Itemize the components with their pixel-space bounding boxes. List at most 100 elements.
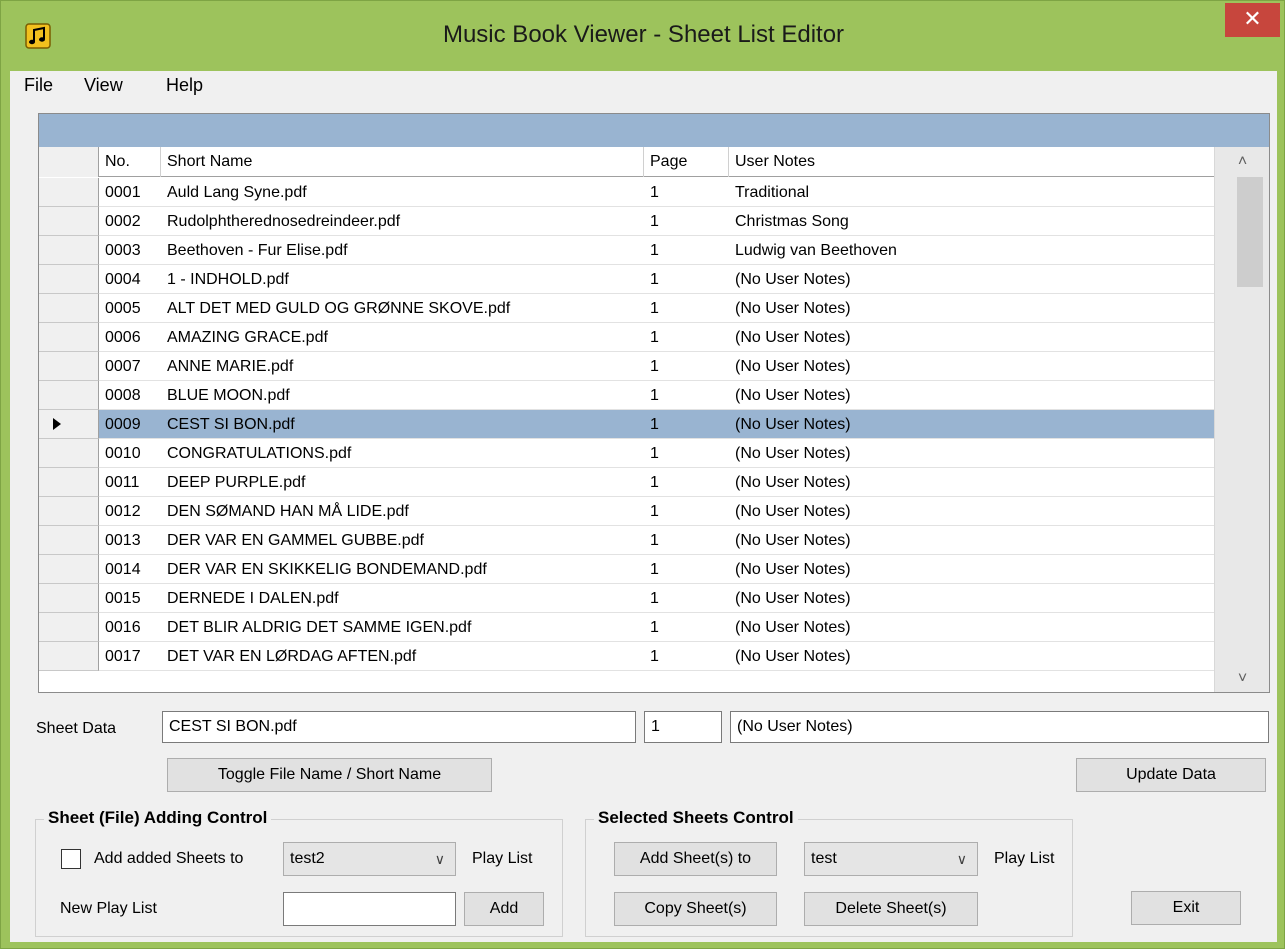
table-row[interactable]: 0012 DEN SØMAND HAN MÅ LIDE.pdf 1 (No User … [39, 497, 1214, 526]
menu-view[interactable]: View [80, 75, 127, 96]
cell-user-notes[interactable]: (No User Notes) [729, 294, 1214, 323]
new-play-list-input[interactable] [283, 892, 456, 926]
column-header-short-name[interactable]: Short Name [161, 147, 644, 177]
cell-short-name[interactable]: DEN SØMAND HAN MÅ LIDE.pdf [161, 497, 644, 526]
row-header[interactable] [39, 468, 99, 497]
cell-page[interactable]: 1 [644, 555, 729, 584]
table-row[interactable]: 0013 DER VAR EN GAMMEL GUBBE.pdf 1 (No User… [39, 526, 1214, 555]
cell-short-name[interactable]: Auld Lang Syne.pdf [161, 178, 644, 207]
cell-no[interactable]: 0001 [99, 178, 161, 207]
column-header-page[interactable]: Page [644, 147, 729, 177]
row-header[interactable] [39, 323, 99, 352]
cell-user-notes[interactable]: (No User Notes) [729, 323, 1214, 352]
table-row[interactable]: 0004 1 - INDHOLD.pdf 1 (No User Notes) [39, 265, 1214, 294]
update-data-button[interactable]: Update Data [1076, 758, 1266, 792]
menu-help[interactable]: Help [162, 75, 207, 96]
table-row[interactable]: 0014 DER VAR EN SKIKKELIG BONDEMAND.pdf 1(… [39, 555, 1214, 584]
cell-short-name[interactable]: CEST SI BON.pdf [161, 410, 644, 439]
cell-no[interactable]: 0017 [99, 642, 161, 671]
cell-page[interactable]: 1 [644, 178, 729, 207]
cell-short-name[interactable]: 1 - INDHOLD.pdf [161, 265, 644, 294]
cell-short-name[interactable]: DER VAR EN GAMMEL GUBBE.pdf [161, 526, 644, 555]
cell-short-name[interactable]: Rudolphtherednosedreindeer.pdf [161, 207, 644, 236]
close-button[interactable]: ✕ [1225, 3, 1280, 37]
cell-page[interactable]: 1 [644, 410, 729, 439]
row-header[interactable] [39, 236, 99, 265]
cell-no[interactable]: 0005 [99, 294, 161, 323]
add-play-list-button[interactable]: Add [464, 892, 544, 926]
cell-short-name[interactable]: DEEP PURPLE.pdf [161, 468, 644, 497]
cell-no[interactable]: 0008 [99, 381, 161, 410]
sheet-list-grid[interactable]: No. Short Name Page User Notes 0001 Auld … [38, 113, 1270, 693]
cell-user-notes[interactable]: (No User Notes) [729, 468, 1214, 497]
cell-user-notes[interactable]: Christmas Song [729, 207, 1214, 236]
column-header-user-notes[interactable]: User Notes [729, 147, 1214, 177]
row-header[interactable] [39, 555, 99, 584]
toggle-name-button[interactable]: Toggle File Name / Short Name [167, 758, 492, 792]
cell-page[interactable]: 1 [644, 381, 729, 410]
cell-no[interactable]: 0010 [99, 439, 161, 468]
exit-button[interactable]: Exit [1131, 891, 1241, 925]
cell-page[interactable]: 1 [644, 439, 729, 468]
cell-user-notes[interactable]: (No User Notes) [729, 265, 1214, 294]
title-bar[interactable]: Music Book Viewer - Sheet List Editor ✕ [1, 1, 1285, 71]
cell-user-notes[interactable]: (No User Notes) [729, 352, 1214, 381]
column-header-no[interactable]: No. [99, 147, 161, 177]
cell-user-notes[interactable]: (No User Notes) [729, 381, 1214, 410]
cell-user-notes[interactable]: (No User Notes) [729, 410, 1214, 439]
table-row[interactable]: 0009 CEST SI BON.pdf 1 (No User Notes) [39, 410, 1214, 439]
cell-user-notes[interactable]: (No User Notes) [729, 526, 1214, 555]
cell-no[interactable]: 0002 [99, 207, 161, 236]
row-header[interactable] [39, 584, 99, 613]
table-row[interactable]: 0011 DEEP PURPLE.pdf 1 (No User Notes) [39, 468, 1214, 497]
adding-playlist-select[interactable]: test2 ∨ [283, 842, 456, 876]
row-header[interactable] [39, 207, 99, 236]
sheet-name-field[interactable]: CEST SI BON.pdf [162, 711, 636, 743]
row-header[interactable] [39, 352, 99, 381]
cell-short-name[interactable]: DET VAR EN LØRDAG AFTEN.pdf [161, 642, 644, 671]
cell-short-name[interactable]: ALT DET MED GULD OG GRØNNE SKOVE.pdf [161, 294, 644, 323]
vertical-scrollbar[interactable]: ˄ ˅ [1214, 147, 1269, 692]
cell-user-notes[interactable]: (No User Notes) [729, 555, 1214, 584]
cell-page[interactable]: 1 [644, 236, 729, 265]
cell-short-name[interactable]: DER VAR EN SKIKKELIG BONDEMAND.pdf [161, 555, 644, 584]
sheet-page-field[interactable]: 1 [644, 711, 722, 743]
table-row[interactable]: 0006 AMAZING GRACE.pdf 1 (No User Notes) [39, 323, 1214, 352]
row-header[interactable] [39, 265, 99, 294]
cell-user-notes[interactable]: (No User Notes) [729, 642, 1214, 671]
row-header[interactable] [39, 526, 99, 555]
add-added-sheets-checkbox[interactable] [61, 849, 81, 869]
cell-page[interactable]: 1 [644, 265, 729, 294]
cell-user-notes[interactable]: Ludwig van Beethoven [729, 236, 1214, 265]
cell-page[interactable]: 1 [644, 323, 729, 352]
cell-page[interactable]: 1 [644, 207, 729, 236]
cell-page[interactable]: 1 [644, 613, 729, 642]
cell-short-name[interactable]: BLUE MOON.pdf [161, 381, 644, 410]
cell-no[interactable]: 0007 [99, 352, 161, 381]
cell-short-name[interactable]: Beethoven - Fur Elise.pdf [161, 236, 644, 265]
table-row[interactable]: 0015 DERNEDE I DALEN.pdf 1 (No User Notes) [39, 584, 1214, 613]
table-row[interactable]: 0001 Auld Lang Syne.pdf 1 Traditional [39, 178, 1214, 207]
cell-no[interactable]: 0014 [99, 555, 161, 584]
cell-user-notes[interactable]: Traditional [729, 178, 1214, 207]
cell-no[interactable]: 0009 [99, 410, 161, 439]
cell-no[interactable]: 0015 [99, 584, 161, 613]
row-header[interactable] [39, 642, 99, 671]
cell-page[interactable]: 1 [644, 352, 729, 381]
sheet-notes-field[interactable]: (No User Notes) [730, 711, 1269, 743]
cell-user-notes[interactable]: (No User Notes) [729, 439, 1214, 468]
table-row[interactable]: 0005 ALT DET MED GULD OG GRØNNE SKOVE.pdf… [39, 294, 1214, 323]
cell-short-name[interactable]: ANNE MARIE.pdf [161, 352, 644, 381]
row-header[interactable] [39, 178, 99, 207]
cell-short-name[interactable]: DERNEDE I DALEN.pdf [161, 584, 644, 613]
table-row[interactable]: 0008 BLUE MOON.pdf 1 (No User Notes) [39, 381, 1214, 410]
cell-short-name[interactable]: CONGRATULATIONS.pdf [161, 439, 644, 468]
cell-page[interactable]: 1 [644, 497, 729, 526]
cell-page[interactable]: 1 [644, 468, 729, 497]
cell-no[interactable]: 0003 [99, 236, 161, 265]
cell-short-name[interactable]: DET BLIR ALDRIG DET SAMME IGEN.pdf [161, 613, 644, 642]
cell-no[interactable]: 0016 [99, 613, 161, 642]
row-header[interactable] [39, 439, 99, 468]
table-row[interactable]: 0007 ANNE MARIE.pdf 1 (No User Notes) [39, 352, 1214, 381]
cell-user-notes[interactable]: (No User Notes) [729, 613, 1214, 642]
